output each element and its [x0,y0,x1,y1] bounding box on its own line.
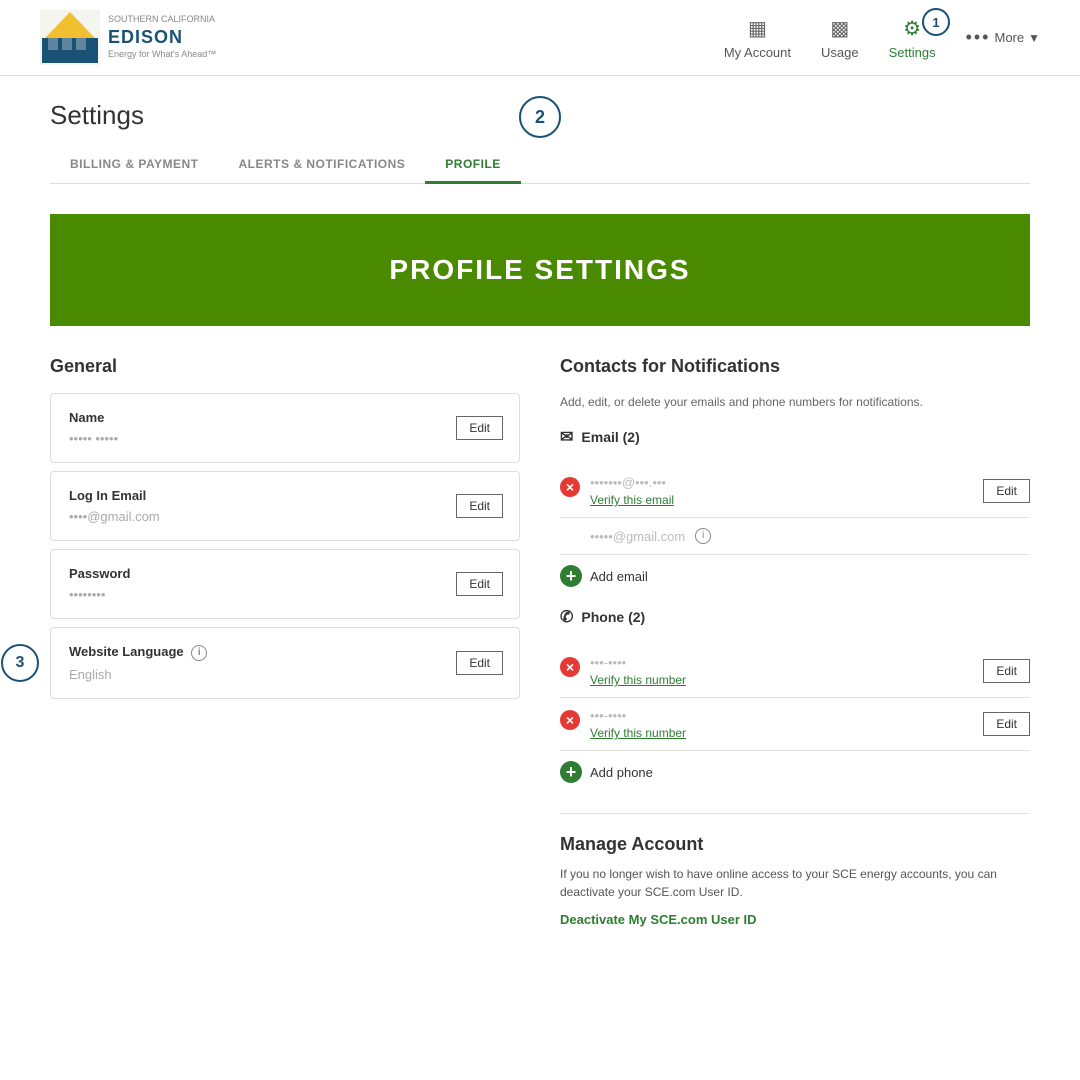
phone-1-remove-button[interactable]: × [560,657,580,677]
tab-billing-payment[interactable]: BILLING & PAYMENT [50,147,219,184]
email-2-row: •••••@gmail.com i [560,518,1030,555]
email-count-label: Email (2) [581,429,639,445]
password-value: •••••••• [69,587,501,602]
add-email-label: Add email [590,569,648,584]
step-3-number: 3 [16,654,25,672]
tab-alerts-label: ALERTS & NOTIFICATIONS [239,157,406,171]
login-email-edit-button[interactable]: Edit [456,494,503,518]
logo-svg [40,10,100,65]
email-1-remove-button[interactable]: × [560,477,580,497]
phone-2-row: × •••-•••• Verify this number Edit [560,698,1030,751]
general-section: General Name ••••• ••••• Edit Log In Ema… [50,356,520,929]
logo-brand: EDISON [108,26,216,49]
my-account-icon: ▦ [748,16,767,41]
phone-1-info: •••-•••• Verify this number [590,655,686,687]
phone-2-left: × •••-•••• Verify this number [560,708,686,740]
manage-divider [560,813,1030,814]
website-language-info-icon[interactable]: i [191,645,207,661]
content-area: General Name ••••• ••••• Edit Log In Ema… [0,356,1080,969]
notification-number: 1 [932,15,939,30]
tab-profile-label: PROFILE [445,157,501,171]
nav-more-dots: ••• [966,27,991,48]
email-icon: ✉ [560,427,573,447]
nav-my-account-label: My Account [724,45,791,60]
password-card: Password •••••••• Edit [50,549,520,619]
banner-title: PROFILE SETTINGS [70,254,1010,286]
website-language-label: Website Language i [69,644,501,661]
nav-usage-label: Usage [821,45,859,60]
phone-2-value: •••-•••• [590,708,686,723]
logo-text: SOUTHERN CALIFORNIA EDISON Energy for Wh… [108,14,216,61]
name-card: Name ••••• ••••• Edit [50,393,520,463]
nav-settings-label: Settings [889,45,936,60]
phone-icon: ✆ [560,607,573,627]
step-2-badge: 2 [519,96,561,138]
login-email-value: ••••@gmail.com [69,509,501,524]
phone-2-verify-link[interactable]: Verify this number [590,726,686,740]
website-language-card: 3 Website Language i English Edit [50,627,520,699]
tab-billing-label: BILLING & PAYMENT [70,157,199,171]
top-navigation: SOUTHERN CALIFORNIA EDISON Energy for Wh… [0,0,1080,76]
logo-tagline: Energy for What's Ahead™ [108,49,216,61]
phone-1-value: •••-•••• [590,655,686,670]
phone-2-remove-button[interactable]: × [560,710,580,730]
usage-icon: ▩ [830,16,849,41]
nav-more-chevron-icon: ▼ [1028,31,1040,45]
email-2-info-icon[interactable]: i [695,528,711,544]
notification-badge[interactable]: 1 [922,8,950,36]
email-1-left: × •••••••@•••.••• Verify this email [560,475,674,507]
login-email-label: Log In Email [69,488,501,503]
add-email-icon: + [560,565,582,587]
phone-1-verify-link[interactable]: Verify this number [590,673,686,687]
login-email-card: Log In Email ••••@gmail.com Edit [50,471,520,541]
nav-my-account[interactable]: ▦ My Account [724,16,791,60]
general-title: General [50,356,520,377]
nav-more[interactable]: ••• More ▼ [966,27,1040,48]
deactivate-link[interactable]: Deactivate My SCE.com User ID [560,912,757,927]
password-edit-button[interactable]: Edit [456,572,503,596]
nav-links: ▦ My Account ▩ Usage ⚙ Settings ••• More… [724,16,1040,60]
email-section-header: ✉ Email (2) [560,427,1030,453]
contacts-section: Contacts for Notifications Add, edit, or… [560,356,1030,929]
manage-account-title: Manage Account [560,834,1030,855]
settings-tabs: BILLING & PAYMENT ALERTS & NOTIFICATIONS… [50,147,1030,184]
email-1-verify-link[interactable]: Verify this email [590,493,674,507]
add-email-button[interactable]: + Add email [560,555,1030,597]
contacts-subtitle: Add, edit, or delete your emails and pho… [560,393,1030,411]
email-1-edit-button[interactable]: Edit [983,479,1030,503]
tab-alerts-notifications[interactable]: ALERTS & NOTIFICATIONS [219,147,426,184]
manage-account-description: If you no longer wish to have online acc… [560,865,1030,901]
name-value: ••••• ••••• [69,431,501,446]
nav-usage[interactable]: ▩ Usage [821,16,859,60]
tab-profile[interactable]: PROFILE [425,147,521,184]
settings-header: Settings 2 BILLING & PAYMENT ALERTS & NO… [0,76,1080,184]
email-1-row: × •••••••@•••.••• Verify this email Edit [560,465,1030,518]
logo[interactable]: SOUTHERN CALIFORNIA EDISON Energy for Wh… [40,10,216,65]
logo-company: SOUTHERN CALIFORNIA [108,14,216,26]
add-phone-label: Add phone [590,765,653,780]
name-edit-button[interactable]: Edit [456,416,503,440]
email-1-info: •••••••@•••.••• Verify this email [590,475,674,507]
settings-gear-icon: ⚙ [903,16,921,41]
add-phone-button[interactable]: + Add phone [560,751,1030,793]
phone-section-header: ✆ Phone (2) [560,607,1030,633]
phone-1-edit-button[interactable]: Edit [983,659,1030,683]
phone-2-info: •••-•••• Verify this number [590,708,686,740]
step-2-number: 2 [535,107,545,128]
website-language-value: English [69,667,501,682]
phone-1-left: × •••-•••• Verify this number [560,655,686,687]
email-1-value: •••••••@•••.••• [590,475,674,490]
nav-more-label: More [994,30,1024,45]
website-language-edit-button[interactable]: Edit [456,651,503,675]
add-phone-icon: + [560,761,582,783]
step-3-badge: 3 [1,644,39,682]
phone-2-edit-button[interactable]: Edit [983,712,1030,736]
contacts-title: Contacts for Notifications [560,356,1030,377]
password-label: Password [69,566,501,581]
profile-settings-banner: PROFILE SETTINGS [50,214,1030,326]
name-label: Name [69,410,501,425]
phone-count-label: Phone (2) [581,609,645,625]
email-2-value: •••••@gmail.com [560,529,685,544]
phone-1-row: × •••-•••• Verify this number Edit [560,645,1030,698]
